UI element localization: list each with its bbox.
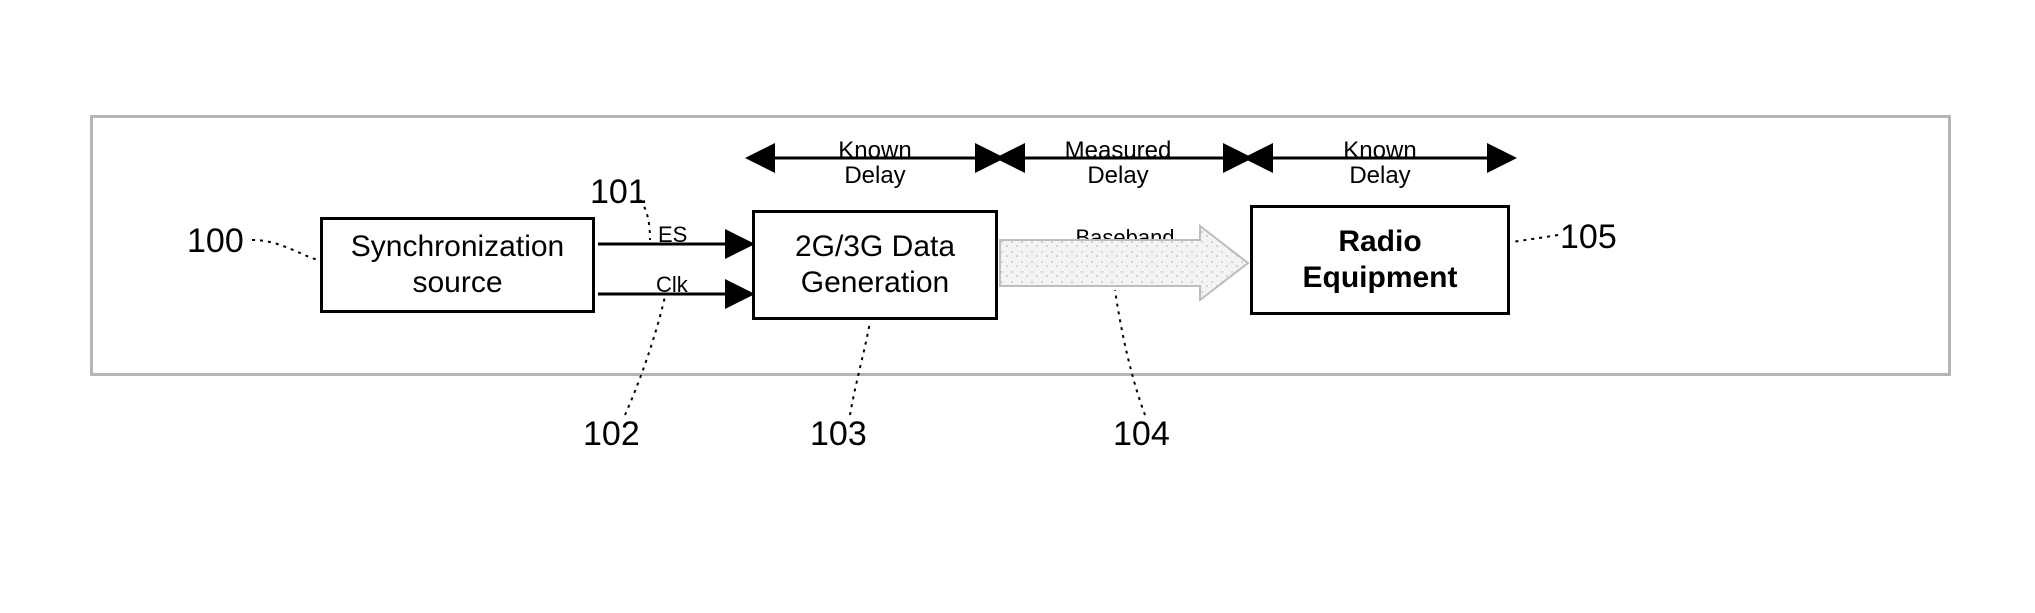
block-data-generation-label: 2G/3G Data Generation — [795, 229, 955, 301]
signal-clk-label: Clk — [656, 272, 688, 298]
delay-known-right: Known Delay — [1300, 138, 1460, 188]
ref-105: 105 — [1560, 218, 1617, 257]
block-radio-equipment-label: Radio Equipment — [1303, 224, 1458, 296]
block-radio-equipment: Radio Equipment — [1250, 205, 1510, 315]
signal-es-label: ES — [658, 222, 687, 248]
signal-baseband-label: Baseband Link — [1040, 225, 1210, 276]
ref-102: 102 — [583, 415, 640, 454]
ref-101: 101 — [590, 173, 647, 212]
block-data-generation: 2G/3G Data Generation — [752, 210, 998, 320]
delay-known-left: Known Delay — [795, 138, 955, 188]
block-sync-source-label: Synchronization source — [351, 229, 564, 301]
delay-known-left-label: Known Delay — [838, 137, 911, 189]
diagram-stage: Synchronization source 2G/3G Data Genera… — [0, 0, 2035, 613]
ref-100: 100 — [187, 222, 244, 261]
delay-measured-label: Measured Delay — [1065, 137, 1172, 189]
delay-known-right-label: Known Delay — [1343, 137, 1416, 189]
ref-104: 104 — [1113, 415, 1170, 454]
block-sync-source: Synchronization source — [320, 217, 595, 313]
ref-103: 103 — [810, 415, 867, 454]
delay-measured: Measured Delay — [1013, 138, 1223, 188]
